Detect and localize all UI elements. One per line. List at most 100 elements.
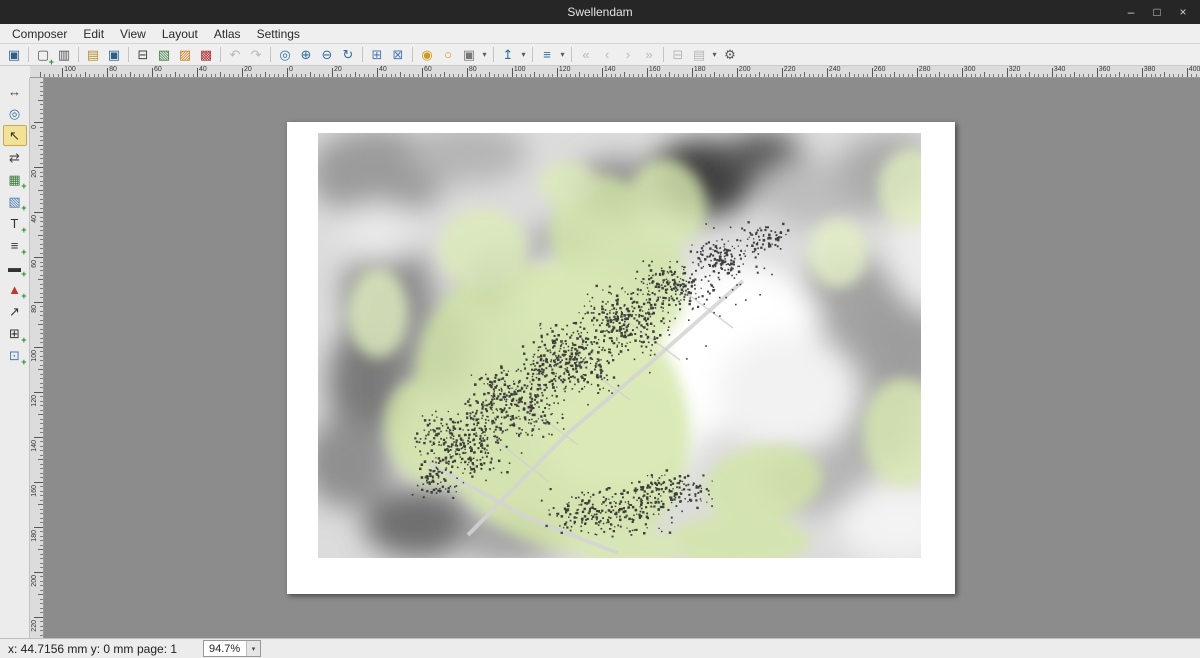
new-composer-button[interactable]: ▢+ — [33, 45, 53, 65]
add-basic-shape-button[interactable]: ▲+ — [3, 279, 27, 300]
ruler-tick — [40, 563, 43, 564]
ruler-tick — [34, 482, 43, 483]
menu-layout[interactable]: Layout — [154, 25, 206, 43]
raise-selected-items-icon: ↥ — [503, 48, 514, 61]
ruler-tick — [782, 68, 783, 77]
add-legend-button[interactable]: ≡+ — [3, 235, 27, 256]
group-items-dropdown[interactable]: ▾ — [480, 45, 489, 65]
ruler-tick — [665, 74, 666, 77]
align-selected-items-dropdown[interactable]: ▾ — [558, 45, 567, 65]
ruler-tick — [40, 109, 43, 110]
ruler-tick — [71, 74, 72, 77]
ruler-tick — [1056, 74, 1057, 77]
ruler-tick — [723, 74, 724, 77]
save-project-button[interactable]: ▣ — [4, 45, 24, 65]
print-button[interactable]: ⊟ — [133, 45, 153, 65]
menu-composer[interactable]: Composer — [4, 25, 75, 43]
move-item-content-button[interactable]: ⇄ — [3, 147, 27, 168]
ruler-label: 120 — [559, 66, 571, 73]
ruler-tick — [930, 74, 931, 77]
ruler-tick — [355, 72, 356, 77]
menu-view[interactable]: View — [112, 25, 154, 43]
unlock-all-items-button[interactable]: ○ — [438, 45, 458, 65]
zoom-full-button[interactable]: ◎ — [275, 45, 295, 65]
ruler-tick — [40, 203, 43, 204]
ruler-tick — [1092, 74, 1093, 77]
menu-edit[interactable]: Edit — [75, 25, 112, 43]
zoom-dropdown-arrow[interactable]: ▾ — [246, 641, 260, 656]
menu-settings[interactable]: Settings — [249, 25, 308, 43]
ruler-tick — [40, 176, 43, 177]
composer-canvas[interactable] — [44, 78, 1200, 638]
raise-selected-items-dropdown[interactable]: ▾ — [519, 45, 528, 65]
add-new-map-button[interactable]: ▦+ — [3, 169, 27, 190]
zoom-out-button[interactable]: ⊖ — [317, 45, 337, 65]
atlas-settings-button[interactable]: ⚙ — [720, 45, 740, 65]
ruler-tick — [400, 72, 401, 77]
ruler-tick — [579, 72, 580, 77]
composer-page[interactable] — [287, 122, 955, 594]
pan-composer-button[interactable]: ↔ — [3, 81, 27, 102]
ruler-tick — [899, 74, 900, 77]
export-as-image-button[interactable]: ▧ — [154, 45, 174, 65]
zoom-full-icon: ◎ — [279, 48, 290, 61]
lock-selected-items-button[interactable]: ◉ — [417, 45, 437, 65]
export-atlas-dropdown[interactable]: ▾ — [710, 45, 719, 65]
atlas-last-feature-icon: » — [645, 48, 652, 61]
group-items-button[interactable]: ▣ — [459, 45, 479, 65]
select-move-item-button[interactable]: ↖ — [3, 125, 27, 146]
ruler-tick — [38, 549, 43, 550]
ruler-tick — [890, 74, 891, 77]
load-from-template-button[interactable]: ▤ — [83, 45, 103, 65]
window-minimize-button[interactable]: – — [1118, 0, 1144, 24]
add-scalebar-button[interactable]: ▬+ — [3, 257, 27, 278]
zoom-combobox[interactable]: 94.7% ▾ — [203, 640, 261, 657]
add-arrow-button[interactable]: ↗ — [3, 301, 27, 322]
ruler-label: 180 — [694, 66, 706, 73]
duplicate-composer-button[interactable]: ▥ — [54, 45, 74, 65]
ruler-tick — [34, 392, 43, 393]
title-bar[interactable]: Swellendam –□× — [0, 0, 1200, 24]
map-item[interactable] — [318, 133, 921, 558]
save-as-template-button[interactable]: ▣ — [104, 45, 124, 65]
ruler-tick — [40, 585, 43, 586]
add-html-frame-button[interactable]: ⊡+ — [3, 345, 27, 366]
show-grid-button[interactable]: ⊞ — [367, 45, 387, 65]
ruler-tick — [179, 74, 180, 77]
ruler-label: 80 — [31, 305, 38, 313]
ruler-tick — [1155, 74, 1156, 77]
ruler-tick — [40, 199, 43, 200]
export-as-pdf-button[interactable]: ▩ — [196, 45, 216, 65]
ruler-label: 60 — [424, 66, 432, 73]
refresh-view-button[interactable]: ↻ — [338, 45, 358, 65]
ruler-tick — [1142, 68, 1143, 77]
add-label-button[interactable]: T+ — [3, 213, 27, 234]
snap-to-grid-button[interactable]: ⊠ — [388, 45, 408, 65]
menu-atlas[interactable]: Atlas — [206, 25, 249, 43]
align-selected-items-button[interactable]: ≡ — [537, 45, 557, 65]
ruler-tick — [40, 311, 43, 312]
ruler-tick — [1065, 74, 1066, 77]
ruler-label: 100 — [64, 66, 76, 73]
ruler-tick — [319, 74, 320, 77]
zoom-tool-button[interactable]: ◎ — [3, 103, 27, 124]
zoom-in-button[interactable]: ⊕ — [296, 45, 316, 65]
ruler-tick — [741, 74, 742, 77]
ruler-tick — [40, 387, 43, 388]
window-close-button[interactable]: × — [1170, 0, 1196, 24]
ruler-tick — [705, 74, 706, 77]
ruler-tick — [368, 74, 369, 77]
export-as-svg-button[interactable]: ▨ — [175, 45, 195, 65]
raise-selected-items-button[interactable]: ↥ — [498, 45, 518, 65]
ruler-tick — [431, 74, 432, 77]
ruler-tick — [40, 149, 43, 150]
window-maximize-button[interactable]: □ — [1144, 0, 1170, 24]
ruler-tick — [471, 74, 472, 77]
add-attribute-table-button[interactable]: ⊞+ — [3, 323, 27, 344]
ruler-tick — [40, 72, 41, 77]
ruler-tick — [1074, 72, 1075, 77]
add-image-button[interactable]: ▧+ — [3, 191, 27, 212]
toolbar-separator — [663, 47, 664, 62]
ruler-label: 80 — [469, 66, 477, 73]
ruler-label: 200 — [739, 66, 751, 73]
